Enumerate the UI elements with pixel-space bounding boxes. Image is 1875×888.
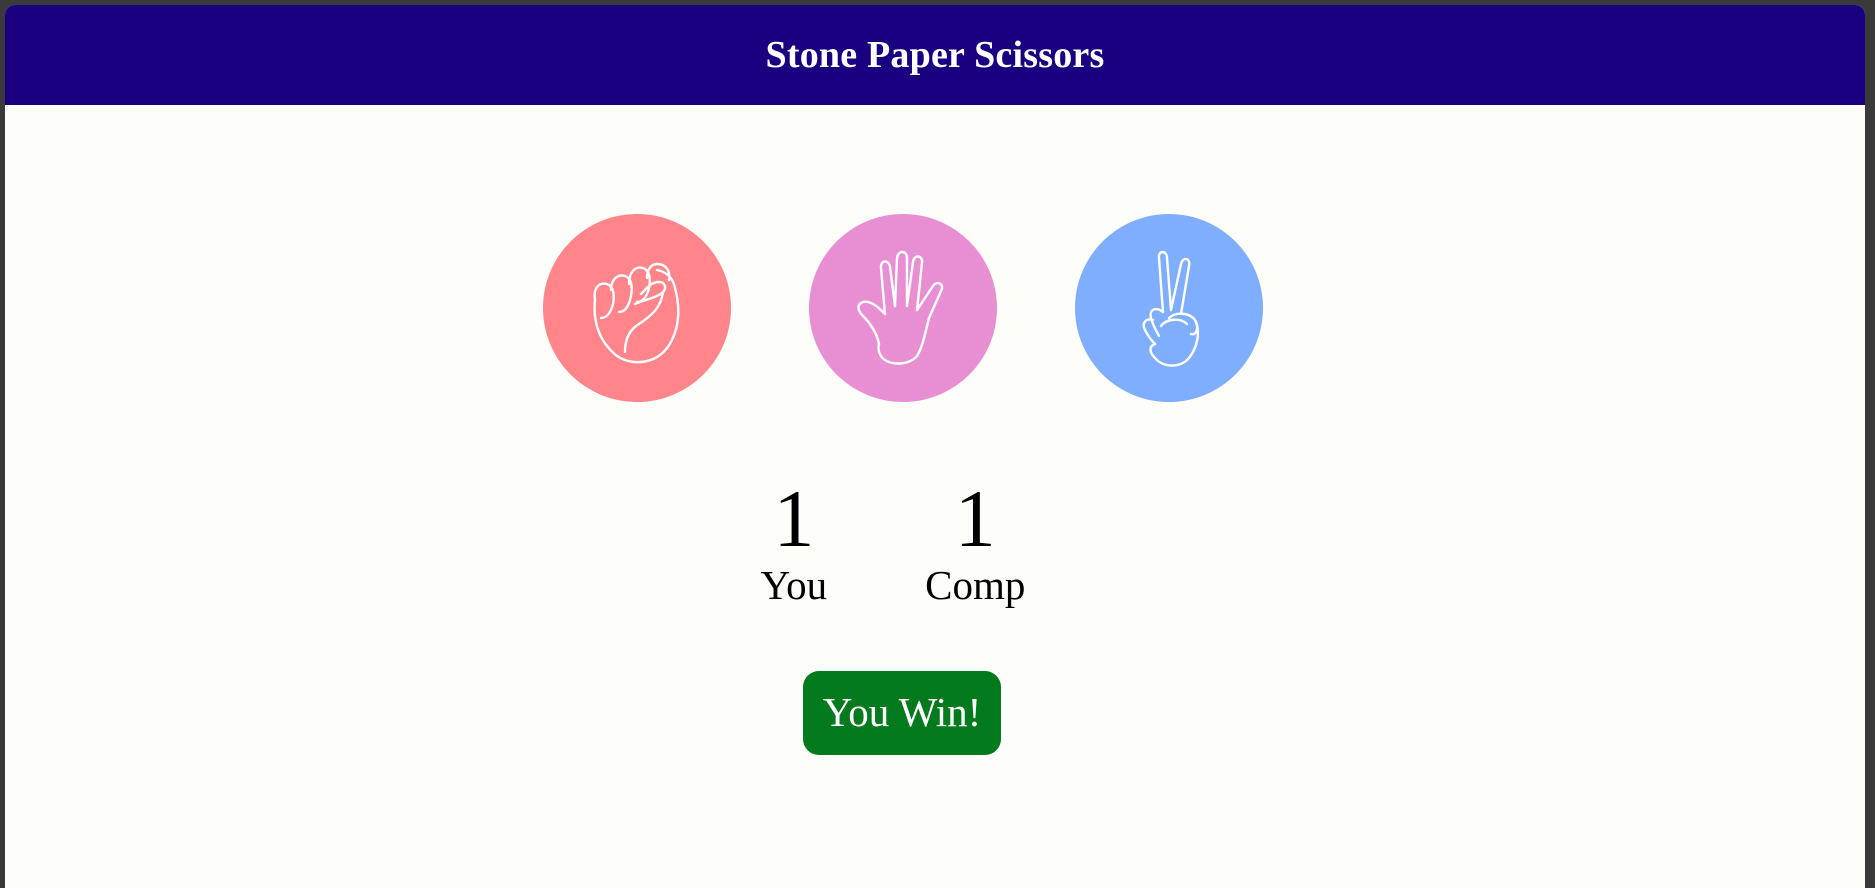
open-hand-icon [856, 250, 943, 365]
message-container: You Win! [5, 671, 1865, 755]
rock-choice-button[interactable] [542, 214, 731, 402]
peace-hand-icon [1142, 250, 1199, 367]
comp-score-label: Comp [925, 562, 1026, 608]
scoreboard: 1 You 1 Comp [5, 473, 1865, 608]
game-window: Stone Paper Scissors 1 You 1 Comp You Wi… [5, 5, 1865, 888]
comp-score: 1 Comp [925, 473, 1026, 608]
choices-row [5, 214, 1865, 402]
header-bar: Stone Paper Scissors [5, 5, 1865, 105]
page-title: Stone Paper Scissors [765, 34, 1105, 76]
fist-icon [592, 262, 679, 364]
scissors-choice-button[interactable] [1074, 214, 1263, 402]
user-score-value: 1 [773, 473, 815, 564]
paper-choice-button[interactable] [808, 214, 997, 402]
result-message: You Win! [802, 671, 1002, 755]
comp-score-value: 1 [954, 473, 996, 564]
user-score: 1 You [760, 473, 828, 608]
user-score-label: You [760, 562, 828, 608]
